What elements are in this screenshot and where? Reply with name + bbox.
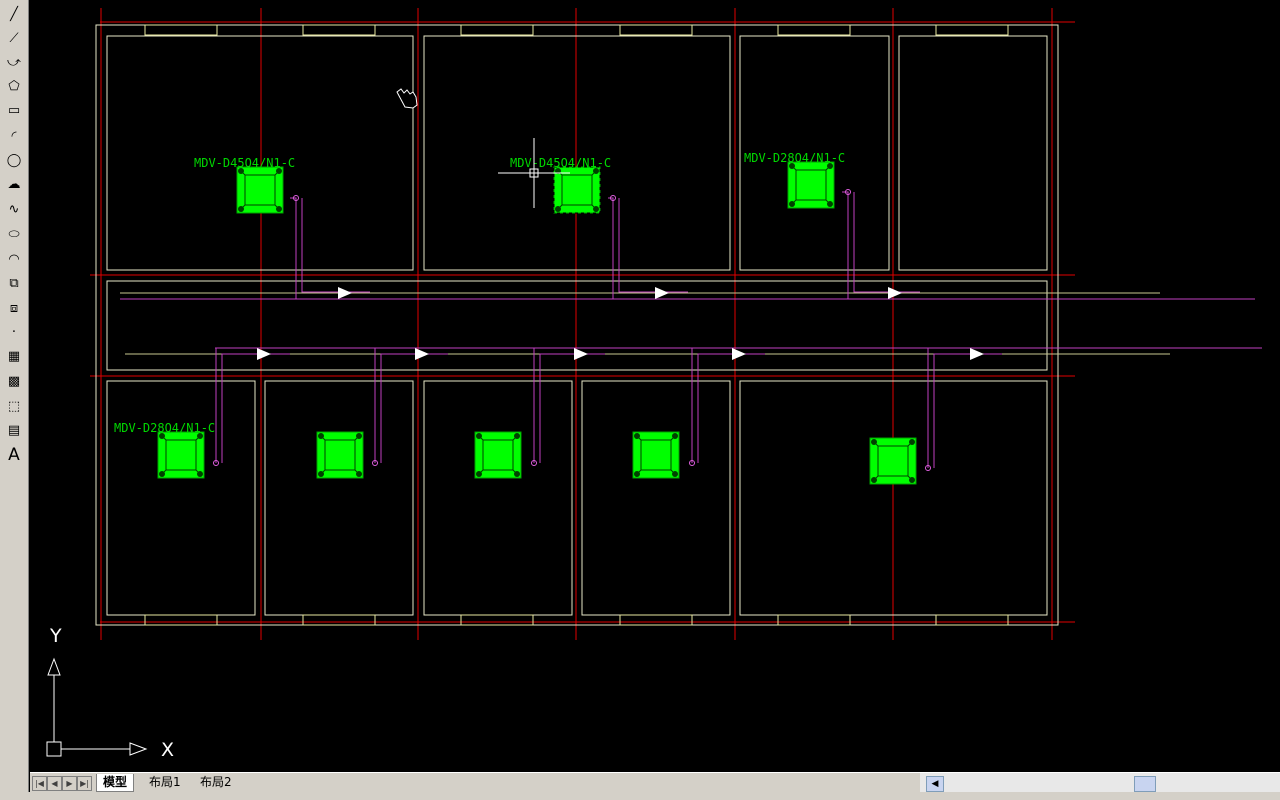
multiline-text-icon[interactable]: A <box>2 444 26 466</box>
cad-window: ╱ ⟋ ⤻ ⬠ ▭ ◜ ◯ ☁ ∿ ⬭ ◠ ⧉ ⧈ · ▦ ▩ ⬚ ▤ A MD… <box>0 0 1280 800</box>
ucs-y-label: Y <box>49 625 62 647</box>
unit-label-1: MDV-D45Q4/N1-C <box>194 156 295 170</box>
last-tab-button[interactable]: ▶| <box>77 776 92 791</box>
ellipse-icon[interactable]: ⬭ <box>2 224 26 246</box>
tab-layout2[interactable]: 布局2 <box>194 774 238 791</box>
indoor-units[interactable] <box>157 161 917 485</box>
polygon-icon[interactable]: ⬠ <box>2 76 26 98</box>
insert-block-icon[interactable]: ⧉ <box>2 273 26 295</box>
ellipse-arc-icon[interactable]: ◠ <box>2 249 26 271</box>
prev-tab-button[interactable]: ◀ <box>47 776 62 791</box>
indoor-unit[interactable] <box>869 437 917 485</box>
unit-label-3: MDV-D28Q4/N1-C <box>744 151 845 165</box>
first-tab-button[interactable]: |◀ <box>32 776 47 791</box>
drawing-canvas[interactable]: MDV-D45Q4/N1-C MDV-D45Q4/N1-C MDV-D28Q4/… <box>30 0 1280 772</box>
indoor-unit[interactable] <box>157 431 205 479</box>
make-block-icon[interactable]: ⧈ <box>2 298 26 320</box>
indoor-unit[interactable] <box>316 431 364 479</box>
tab-layout1[interactable]: 布局1 <box>143 774 187 791</box>
branch-piping <box>215 191 1002 468</box>
point-icon[interactable]: · <box>2 322 26 344</box>
arc-icon[interactable]: ◜ <box>2 126 26 148</box>
gradient-icon[interactable]: ▩ <box>2 371 26 393</box>
rectangle-icon[interactable]: ▭ <box>2 100 26 122</box>
horizontal-scrollbar[interactable]: ◀ <box>920 772 1280 793</box>
indoor-unit[interactable] <box>787 161 835 209</box>
scroll-left-button[interactable]: ◀ <box>926 776 944 792</box>
revision-cloud-icon[interactable]: ☁ <box>2 174 26 196</box>
indoor-unit[interactable] <box>632 431 680 479</box>
construction-line-icon[interactable]: ⟋ <box>2 28 26 50</box>
tab-model[interactable]: 模型 <box>96 774 135 792</box>
unit-label-4: MDV-D28Q4/N1-C <box>114 421 215 435</box>
floor-plan-drawing[interactable]: MDV-D45Q4/N1-C MDV-D45Q4/N1-C MDV-D28Q4/… <box>30 0 1280 772</box>
layout-tabs-bar: |◀ ◀ ▶ ▶| 模型 布局1 布局2 <box>30 772 920 793</box>
table-icon[interactable]: ▤ <box>2 420 26 442</box>
indoor-unit[interactable] <box>553 166 601 214</box>
spline-icon[interactable]: ∿ <box>2 199 26 221</box>
indoor-unit[interactable] <box>236 166 284 214</box>
region-icon[interactable]: ⬚ <box>2 396 26 418</box>
ucs-x-label: X <box>161 739 174 761</box>
ucs-icon <box>46 657 148 757</box>
next-tab-button[interactable]: ▶ <box>62 776 77 791</box>
unit-label-2: MDV-D45Q4/N1-C <box>510 156 611 170</box>
draw-toolbar: ╱ ⟋ ⤻ ⬠ ▭ ◜ ◯ ☁ ∿ ⬭ ◠ ⧉ ⧈ · ▦ ▩ ⬚ ▤ A <box>0 0 29 800</box>
main-ducts <box>120 292 1262 355</box>
hatch-icon[interactable]: ▦ <box>2 346 26 368</box>
walls <box>95 24 1059 626</box>
scroll-thumb[interactable] <box>1134 776 1156 792</box>
polyline-icon[interactable]: ⤻ <box>2 52 26 74</box>
line-icon[interactable]: ╱ <box>2 4 26 26</box>
circle-icon[interactable]: ◯ <box>2 150 26 172</box>
pan-hand-icon <box>396 88 418 109</box>
status-bar <box>0 792 1280 800</box>
indoor-unit[interactable] <box>474 431 522 479</box>
flow-arrows <box>257 287 984 360</box>
